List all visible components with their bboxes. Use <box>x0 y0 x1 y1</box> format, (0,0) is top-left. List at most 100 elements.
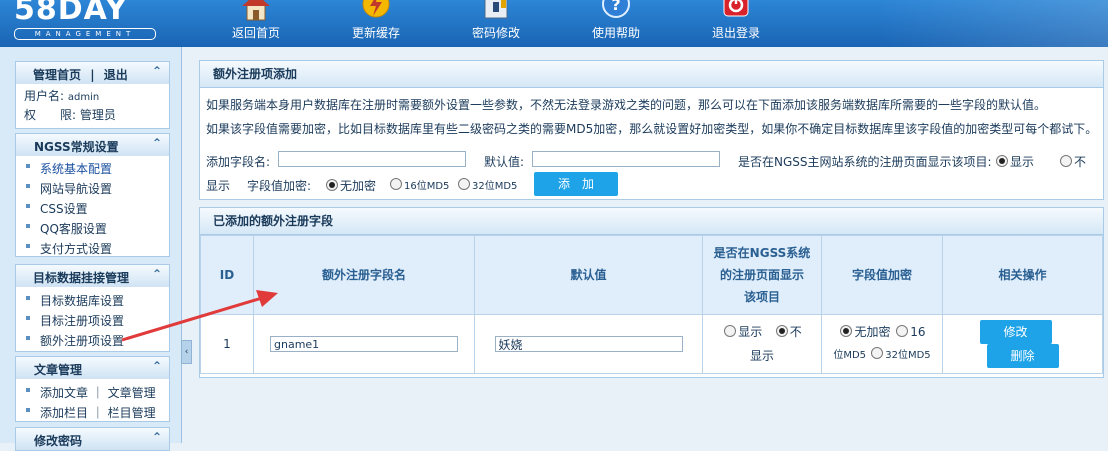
chevron-up-icon[interactable]: ⌃ <box>152 359 162 373</box>
col-show-on-register: 是否在NGSS系统 的注册页面显示 该项目 <box>702 235 822 315</box>
row-field-name-input[interactable]: gname1 <box>270 336 458 352</box>
row-ops-cell: 修改 删除 <box>942 314 1103 374</box>
sidebar-item-target-db[interactable]: 目标数据库设置 <box>26 292 124 309</box>
sidebar-section-articles-body: 添加文章 ｜ 文章管理 添加栏目 ｜ 栏目管理 <box>15 379 170 422</box>
row-id: 1 <box>200 314 254 374</box>
list-panel-title: 已添加的额外注册字段 <box>200 208 1103 235</box>
col-encrypt: 字段值加密 <box>821 235 943 315</box>
lock-icon <box>484 0 508 19</box>
row-enc-32[interactable]: 32位MD5 <box>869 347 931 361</box>
sidebar-item-categories[interactable]: 添加栏目 ｜ 栏目管理 <box>26 404 156 421</box>
row-show-no-wrap: 显示 <box>749 349 774 363</box>
nav-logout[interactable]: 退出登录 <box>686 0 786 47</box>
delete-button[interactable]: 删除 <box>986 344 1059 368</box>
row-encrypt-cell: 无加密 16 位MD5 32位MD5 <box>821 314 943 374</box>
section-title: 修改密码 <box>34 434 83 448</box>
sidebar-item-nav-settings[interactable]: 网站导航设置 <box>26 180 112 197</box>
row-field-name-cell: gname1 <box>253 314 475 374</box>
show-on-register-label: 是否在NGSS主网站系统的注册页面显示该项目: <box>738 155 992 169</box>
top-bar: 58DAY MANAGEMENT 返回首页 更新缓存 密码修改 ? 使用帮助 退… <box>0 0 1108 47</box>
row-enc-16-wrap: 位MD5 <box>833 350 867 361</box>
chevron-up-icon[interactable]: ⌃ <box>152 64 162 78</box>
row-show-yes[interactable]: 显示 <box>722 325 762 339</box>
table-header-row: ID 额外注册字段名 默认值 是否在NGSS系统 的注册页面显示 该项目 字段值… <box>200 235 1103 315</box>
sidebar-section-target-body: 目标数据库设置 目标注册项设置 额外注册项设置 <box>15 287 170 352</box>
logo-title: 58DAY <box>14 0 128 27</box>
radio-icon[interactable] <box>1060 155 1072 167</box>
sidebar-item-articles[interactable]: 添加文章 ｜ 文章管理 <box>26 384 156 401</box>
nav-help[interactable]: ? 使用帮助 <box>566 0 666 47</box>
sidebar-section-ngss[interactable]: NGSS常规设置 ⌃ <box>15 133 170 157</box>
role-value: 管理员 <box>79 108 116 122</box>
field-name-input[interactable] <box>278 151 466 167</box>
show-yes-option[interactable]: 显示 <box>994 153 1034 170</box>
sidebar-item-target-reg[interactable]: 目标注册项设置 <box>26 312 124 329</box>
sidebar-item-css-settings[interactable]: CSS设置 <box>26 200 88 217</box>
home-icon <box>242 0 270 21</box>
radio-selected-icon[interactable] <box>996 155 1008 167</box>
encrypt-32-option[interactable]: 32位MD5 <box>456 177 517 192</box>
sidebar-section-password[interactable]: 修改密码 ⌃ <box>15 427 170 451</box>
radio-icon[interactable] <box>896 325 909 337</box>
chevron-left-icon: ‹ <box>184 347 189 357</box>
sidebar-collapse-toggle[interactable]: ‹ <box>181 340 192 364</box>
lightning-icon <box>362 0 390 18</box>
sidebar-item-system-config[interactable]: 系统基本配置 <box>26 160 112 177</box>
row-default-input[interactable]: 妖娆 <box>494 336 683 352</box>
nav-change-password[interactable]: 密码修改 <box>446 0 546 47</box>
nav-home[interactable]: 返回首页 <box>206 0 306 47</box>
sidebar-item-payment-settings[interactable]: 支付方式设置 <box>26 240 112 257</box>
show-no-option[interactable]: 不 <box>1058 153 1086 170</box>
default-value-label: 默认值: <box>484 155 525 169</box>
radio-icon[interactable] <box>390 178 402 190</box>
nav-password-label: 密码修改 <box>471 26 520 40</box>
show-no-wrap: 显示 <box>206 179 231 193</box>
radio-icon[interactable] <box>724 325 737 337</box>
logo: 58DAY MANAGEMENT <box>14 0 156 40</box>
row-show-no[interactable]: 不 <box>774 325 802 339</box>
chevron-up-icon[interactable]: ⌃ <box>152 430 162 444</box>
chevron-up-icon[interactable]: ⌃ <box>152 136 162 150</box>
encrypt-none-option[interactable]: 无加密 <box>324 177 376 194</box>
section-title: NGSS常规设置 <box>34 140 119 154</box>
field-name-label: 添加字段名: <box>206 155 271 169</box>
radio-selected-icon[interactable] <box>775 325 788 337</box>
svg-text:?: ? <box>611 0 620 14</box>
power-icon <box>723 0 749 17</box>
top-bar-right-gloss <box>876 0 1108 47</box>
row-show-cell: 显示 不 显示 <box>702 314 822 374</box>
section-title: 文章管理 <box>34 363 83 377</box>
row-enc-none[interactable]: 无加密 <box>838 325 890 339</box>
sidebar-section-articles[interactable]: 文章管理 ⌃ <box>15 356 170 380</box>
default-value-input[interactable] <box>532 151 720 167</box>
col-id: ID <box>200 235 254 315</box>
add-panel-title: 额外注册项添加 <box>200 61 1103 88</box>
added-fields-table: ID 额外注册字段名 默认值 是否在NGSS系统 的注册页面显示 该项目 字段值… <box>200 235 1103 374</box>
nav-refresh-label: 更新缓存 <box>351 26 400 40</box>
sidebar-logout-link[interactable]: 退出 <box>104 68 128 82</box>
encrypt-16-option[interactable]: 16位MD5 <box>388 177 449 192</box>
nav-help-label: 使用帮助 <box>591 26 640 40</box>
row-enc-16[interactable]: 16 <box>894 325 926 339</box>
add-button[interactable]: 添 加 <box>534 172 618 196</box>
nav-refresh-cache[interactable]: 更新缓存 <box>326 0 426 47</box>
user-value: admin <box>67 92 100 103</box>
col-operations: 相关操作 <box>942 235 1103 315</box>
sidebar-section-target-data[interactable]: 目标数据挂接管理 ⌃ <box>15 264 170 288</box>
encrypt-label: 字段值加密: <box>247 179 312 193</box>
edit-button[interactable]: 修改 <box>979 320 1052 344</box>
radio-icon[interactable] <box>871 347 884 359</box>
sidebar-item-qq-settings[interactable]: QQ客服设置 <box>26 220 107 237</box>
radio-selected-icon[interactable] <box>326 179 338 191</box>
radio-icon[interactable] <box>458 178 470 190</box>
col-default-value: 默认值 <box>474 235 703 315</box>
section-title: 目标数据挂接管理 <box>33 271 130 285</box>
chevron-up-icon[interactable]: ⌃ <box>152 267 162 281</box>
radio-selected-icon[interactable] <box>840 325 853 337</box>
col-field-name: 额外注册字段名 <box>253 235 475 315</box>
sidebar-home-link[interactable]: 管理首页 <box>33 68 81 82</box>
sidebar-user-info: 用户名: admin 权 限: 管理员 <box>15 84 170 129</box>
help-icon: ? <box>602 0 630 18</box>
sidebar-top-header: 管理首页 | 退出 ⌃ <box>15 61 170 85</box>
sidebar-item-extra-reg[interactable]: 额外注册项设置 <box>26 332 124 349</box>
